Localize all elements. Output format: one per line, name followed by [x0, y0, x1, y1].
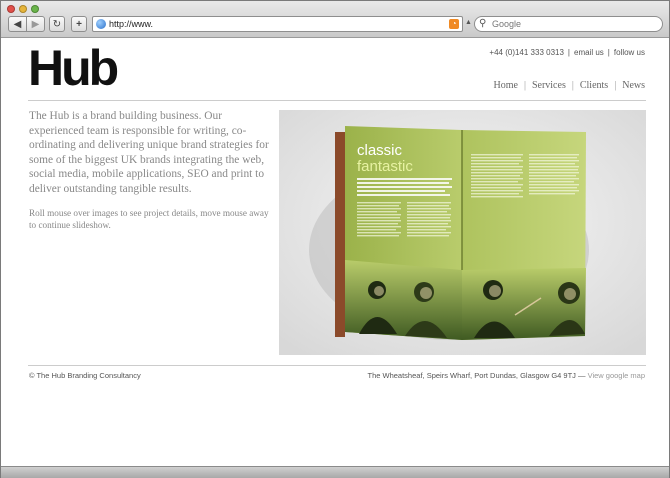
contact-bar: +44 (0)141 333 0313 | email us | follow us [489, 48, 645, 57]
search-icon: ⚲ [479, 18, 487, 29]
search-placeholder: Google [492, 19, 522, 29]
header-divider [28, 100, 646, 101]
nav-services[interactable]: Services [532, 80, 566, 91]
forward-button[interactable]: ▶ [26, 16, 45, 32]
window-bottom-bar [1, 466, 669, 478]
zoom-window-button[interactable] [31, 5, 39, 13]
back-arrow-icon: ◀ [13, 18, 22, 30]
browser-toolbar: ◀ ▶ ↻ + http://www. ◔ ▲ ⚲ Google [1, 1, 669, 38]
reload-icon: ↻ [52, 18, 62, 30]
footer-divider [28, 365, 646, 366]
rss-icon[interactable]: ◔ [449, 19, 459, 29]
plus-icon: + [76, 18, 82, 30]
intro-text: The Hub is a brand building business. Ou… [29, 110, 269, 195]
site-logo[interactable]: Hub [28, 43, 119, 93]
reload-button[interactable]: ↻ [49, 16, 65, 32]
nav-home[interactable]: Home [493, 80, 517, 91]
google-map-link[interactable]: View google map [588, 371, 645, 380]
address-bar[interactable]: http://www. ◔ [92, 16, 463, 32]
globe-icon [96, 19, 106, 29]
back-button[interactable]: ◀ [8, 16, 27, 32]
minimize-window-button[interactable] [19, 5, 27, 13]
forward-arrow-icon: ▶ [31, 18, 40, 30]
magazine-spread-image: classic fantastic [279, 110, 646, 355]
nav-clients[interactable]: Clients [580, 80, 608, 91]
browser-window: ◀ ▶ ↻ + http://www. ◔ ▲ ⚲ Google Hub +44… [0, 0, 670, 478]
web-page: Hub +44 (0)141 333 0313 | email us | follow … [1, 38, 669, 466]
follow-link[interactable]: follow us [614, 48, 645, 57]
dropdown-icon[interactable]: ▲ [465, 19, 472, 26]
close-window-button[interactable] [7, 5, 15, 13]
slideshow-image[interactable]: classic fantastic [279, 110, 646, 355]
address-text: The Wheatsheaf, Speirs Wharf, Port Dunda… [367, 371, 576, 380]
nav-news[interactable]: News [622, 80, 645, 91]
address-text: http://www. [109, 19, 154, 29]
magazine-headline-1: classic [357, 142, 403, 159]
phone-number: +44 (0)141 333 0313 [489, 48, 564, 57]
email-link[interactable]: email us [574, 48, 604, 57]
search-field[interactable]: ⚲ Google [474, 16, 663, 32]
magazine-headline-2: fantastic [357, 158, 413, 175]
copyright-text: © The Hub Branding Consultancy [29, 371, 141, 380]
slideshow-hint: Roll mouse over images to see project de… [29, 208, 269, 230]
address-line: The Wheatsheaf, Speirs Wharf, Port Dunda… [367, 371, 646, 380]
main-nav: Home | Services | Clients | News [493, 80, 645, 91]
add-bookmark-button[interactable]: + [71, 16, 87, 32]
